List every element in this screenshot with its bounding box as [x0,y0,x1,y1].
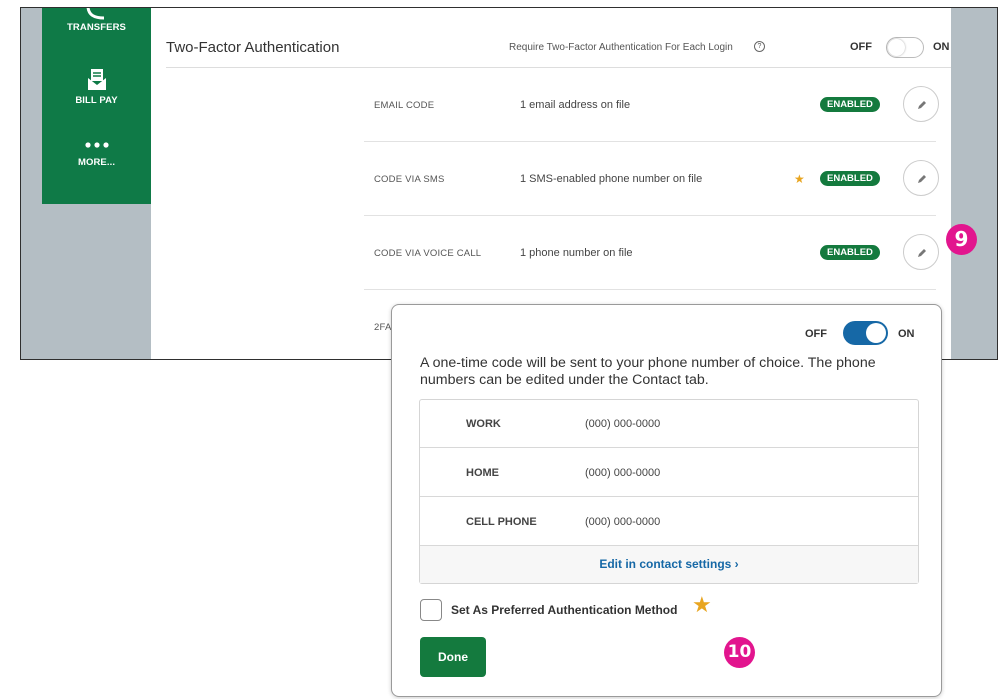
preferred-star-icon: ★ [692,592,712,617]
more-dots-icon [84,142,109,148]
nav-label-more: MORE... [77,157,116,168]
edit-method-button[interactable] [903,160,939,196]
nav-label-transfers: TRANSFERS [67,22,126,33]
method-name: CODE VIA VOICE CALL [374,248,482,259]
nav-item-bill-pay[interactable]: BILL PAY [42,69,151,106]
require-2fa-label: Require Two-Factor Authentication For Ea… [509,42,733,53]
toggle-knob [866,323,886,343]
pencil-icon [918,101,926,109]
phone-number: (000) 000-0000 [585,467,661,479]
preferred-star-icon: ★ [794,172,805,186]
phone-label: WORK [466,418,501,430]
phone-number: (000) 000-0000 [585,516,661,528]
side-navigation: TRANSFERS BILL PAY MORE... [42,8,151,204]
require-2fa-toggle[interactable] [886,37,924,58]
method-description: 1 phone number on file [520,247,633,259]
done-button[interactable]: Done [420,637,486,677]
status-badge: ENABLED [820,245,880,260]
method-name: CODE VIA SMS [374,174,445,185]
popup-toggle-off-label: OFF [805,328,827,340]
phone-number: (000) 000-0000 [585,418,661,430]
toggle-knob [888,39,905,56]
method-description: 1 SMS-enabled phone number on file [520,173,703,185]
phone-row-work[interactable]: WORK (000) 000-0000 [420,400,918,448]
phone-row-home[interactable]: HOME (000) 000-0000 [420,449,918,497]
phone-label: CELL PHONE [466,516,537,528]
popup-description: A one-time code will be sent to your pho… [420,355,876,388]
step-callout-10: 10 [724,637,755,668]
voice-call-settings-popup: OFF ON A one-time code will be sent to y… [391,304,942,697]
method-row-voice-call: CODE VIA VOICE CALL 1 phone number on fi… [364,216,939,290]
edit-method-button[interactable] [903,86,939,122]
nav-item-more[interactable]: MORE... [42,141,151,168]
preferred-method-label: Set As Preferred Authentication Method [451,603,678,617]
step-callout-9: 9 [946,224,977,255]
require-toggle-off-label: OFF [850,41,872,53]
method-row-sms: CODE VIA SMS 1 SMS-enabled phone number … [364,142,939,216]
page-title: Two-Factor Authentication [166,39,340,56]
pencil-icon [918,249,926,257]
pencil-icon [918,175,926,183]
method-row-email: EMAIL CODE 1 email address on file ENABL… [364,68,939,142]
nav-label-bill-pay: BILL PAY [75,95,118,106]
phone-number-list: WORK (000) 000-0000 HOME (000) 000-0000 … [419,399,919,584]
transfer-arrows-icon [86,8,104,20]
nav-item-transfers[interactable]: TRANSFERS [42,8,151,33]
method-description: 1 email address on file [520,99,631,111]
envelope-bill-icon [87,69,106,90]
phone-label: HOME [466,467,499,479]
edit-method-button[interactable] [903,234,939,270]
edit-contact-settings-link[interactable]: Edit in contact settings › [420,546,918,583]
require-toggle-on-label: ON [933,41,950,53]
preferred-method-checkbox[interactable] [420,599,442,621]
method-enable-toggle[interactable] [843,321,888,345]
status-badge: ENABLED [820,171,880,186]
phone-row-cell[interactable]: CELL PHONE (000) 000-0000 [420,498,918,546]
status-badge: ENABLED [820,97,880,112]
method-name: 2FA [374,322,392,333]
help-icon[interactable]: ? [754,41,765,52]
popup-toggle-on-label: ON [898,328,915,340]
method-name: EMAIL CODE [374,100,435,111]
